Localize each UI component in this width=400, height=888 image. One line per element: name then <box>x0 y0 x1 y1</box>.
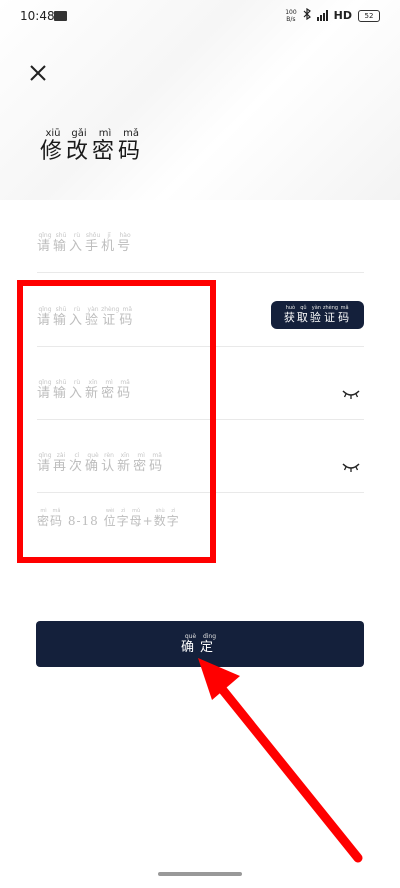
network-speed-value: 100 <box>285 8 297 16</box>
status-right: 100 B/s HD 52 <box>285 7 380 23</box>
ruby-char: 手shǒu <box>85 232 102 254</box>
phone-placeholder: 请qǐng输shū入rù手shǒu机jī号hào <box>37 232 133 254</box>
ruby-char: 密mì <box>92 128 119 164</box>
annotation-highlight-box <box>17 280 216 563</box>
ruby-char: 码mǎ <box>118 128 145 164</box>
network-type: HD <box>333 9 352 22</box>
ruby-char: 获huò <box>283 305 297 324</box>
ruby-char: 号hào <box>117 232 134 254</box>
ruby-char: 码mǎ <box>338 305 352 324</box>
battery-icon: 52 <box>358 9 380 22</box>
ruby-char: 修xiū <box>40 128 67 164</box>
confirm-button[interactable]: 确què 定dìng <box>36 621 364 667</box>
network-speed: 100 B/s <box>285 9 296 23</box>
get-code-button[interactable]: 获huò 取qǔ 验yàn 证zhèng 码mǎ <box>271 301 364 329</box>
ruby-char: 机jī <box>101 232 118 254</box>
eye-closed-icon[interactable] <box>342 387 360 401</box>
notification-icon <box>54 11 67 21</box>
ruby-char: 输shū <box>53 232 70 254</box>
ruby-char: 证zhèng <box>322 305 339 324</box>
ruby-char: 定dìng <box>200 633 220 655</box>
bluetooth-icon <box>303 7 311 23</box>
network-speed-unit: B/s <box>286 15 296 23</box>
ruby-char: 取qǔ <box>296 305 310 324</box>
ruby-char: 验yàn <box>309 305 323 324</box>
phone-field[interactable]: 请qǐng输shū入rù手shǒu机jī号hào <box>37 222 364 273</box>
status-time: 10:48 <box>20 9 55 23</box>
ruby-char: 改gǎi <box>66 128 93 164</box>
status-bar: 10:48 100 B/s HD 52 <box>0 0 400 34</box>
close-icon[interactable] <box>28 63 48 83</box>
page-title: 修xiū改gǎi密mì码mǎ <box>40 128 144 165</box>
ruby-char: 请qǐng <box>37 232 54 254</box>
ruby-char: 确què <box>180 633 200 655</box>
signal-icon <box>316 10 328 21</box>
eye-closed-icon[interactable] <box>342 460 360 474</box>
home-indicator <box>158 872 242 876</box>
ruby-char: 入rù <box>69 232 86 254</box>
